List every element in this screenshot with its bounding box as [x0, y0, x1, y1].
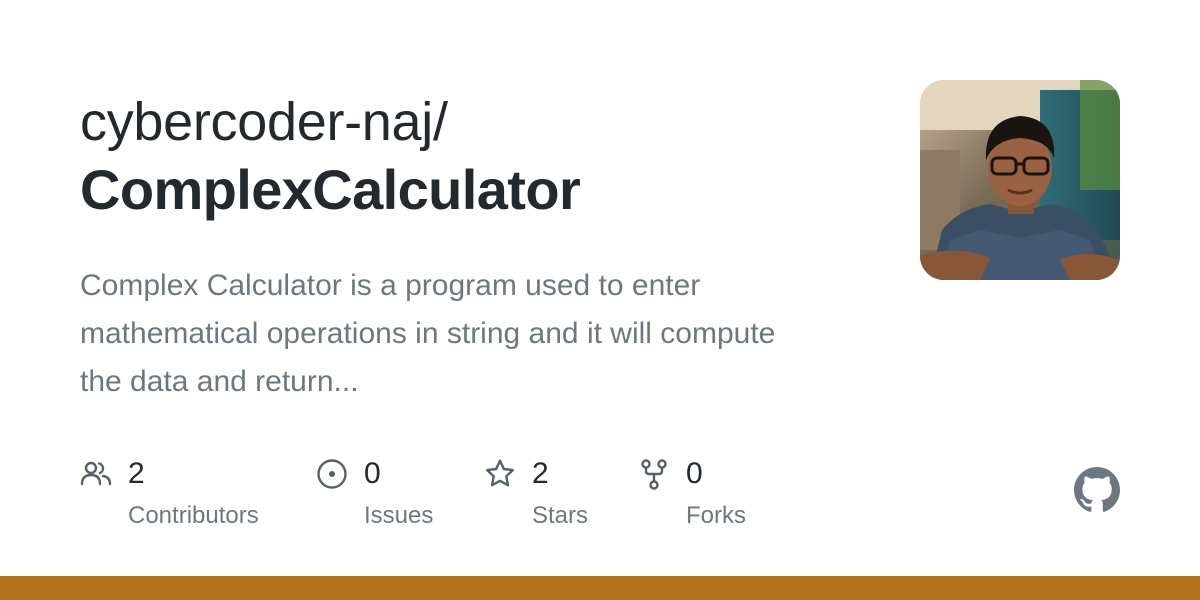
repo-stats: 2 Contributors 0 Issues 2 Stars 0 Forks: [0, 454, 1200, 544]
contributors-count: 2: [128, 457, 145, 490]
avatar-photo: [920, 80, 1120, 280]
people-icon: [80, 461, 112, 486]
contributors-label: Contributors: [128, 502, 259, 529]
fork-icon: [641, 459, 667, 490]
repo-owner[interactable]: cybercoder-naj/: [80, 88, 880, 156]
issue-icon: [317, 459, 347, 489]
repo-title: cybercoder-naj/ ComplexCalculator: [80, 88, 880, 224]
repo-name[interactable]: ComplexCalculator: [80, 156, 880, 224]
forks-label: Forks: [686, 502, 746, 529]
issues-label: Issues: [364, 502, 434, 529]
github-logo-icon[interactable]: [1074, 467, 1120, 513]
language-color-bar: [0, 576, 1200, 600]
issues-count: 0: [364, 457, 381, 490]
star-icon: [486, 459, 514, 487]
repo-social-card: cybercoder-naj/ ComplexCalculator Comple…: [0, 0, 1200, 600]
stars-label: Stars: [532, 502, 589, 529]
stars-count: 2: [532, 457, 549, 490]
repo-description: Complex Calculator is a program used to …: [80, 269, 776, 398]
owner-avatar[interactable]: [920, 80, 1120, 280]
forks-count: 0: [686, 457, 703, 490]
